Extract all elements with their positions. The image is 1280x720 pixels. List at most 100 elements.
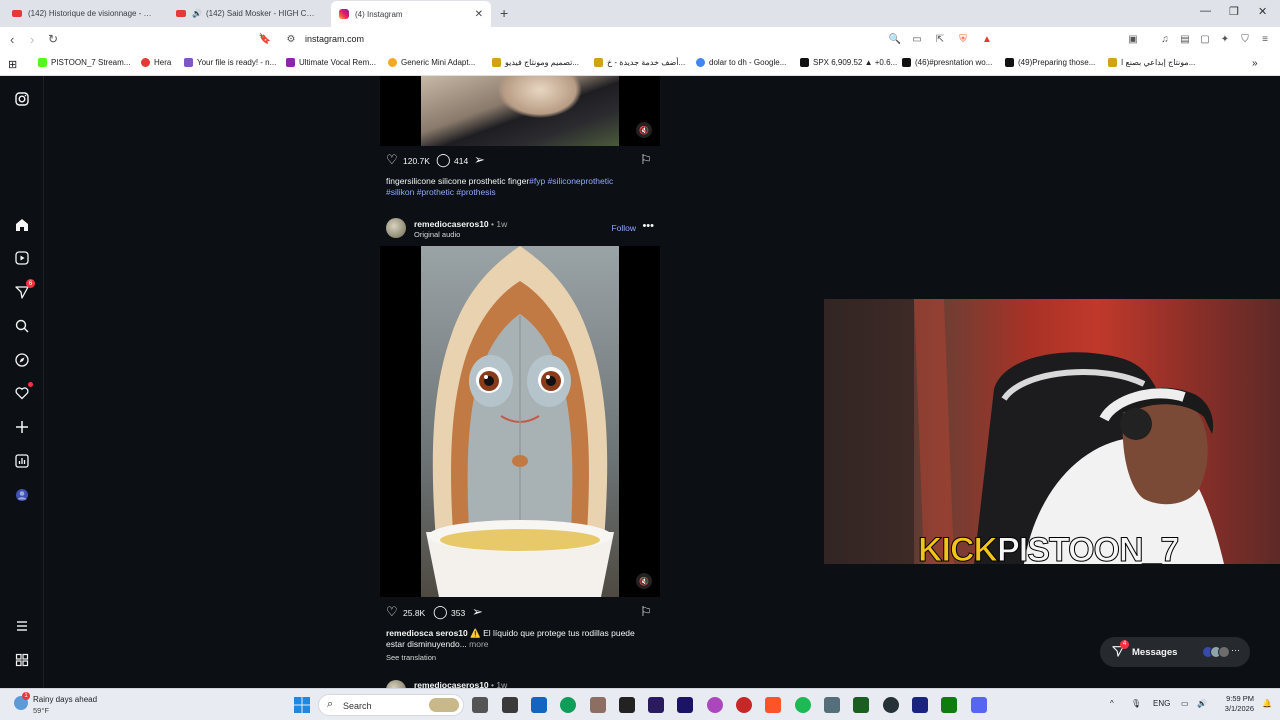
bookmark-item[interactable]: dolar to dh - Google... [696,58,786,67]
share-icon[interactable]: ➢ [474,153,485,167]
bookmark-item[interactable]: تصميم ومونتاج فيديو... [492,58,579,67]
cast-icon[interactable]: ▭ [911,33,923,45]
language-indicator[interactable]: ENG [1153,699,1170,708]
bookmark-item[interactable]: (46)#presntation wo... [902,58,992,67]
brave-shield-icon[interactable]: ⛨ [957,33,969,45]
terminal-icon[interactable] [853,697,869,713]
weather-widget[interactable]: 1 Rainy days ahead 59°F [14,692,154,718]
new-tab-button[interactable]: + [500,5,508,21]
minimize-button[interactable]: — [1200,5,1211,17]
zoom-icon[interactable]: 🔍 [889,33,901,45]
network-icon[interactable]: ▭ [1181,699,1189,708]
create-plus-icon[interactable] [13,418,31,436]
show-hidden-icons[interactable]: ^ [1110,699,1114,708]
brave-icon[interactable] [765,697,781,713]
share-icon[interactable]: ⇱ [934,33,946,45]
close-window-button[interactable]: ✕ [1258,5,1267,18]
music-icon[interactable]: ♫ [1159,33,1171,45]
like-heart-icon[interactable]: ♡ [386,605,398,619]
search-icon[interactable] [13,317,31,335]
bookmark-item[interactable]: Ultimate Vocal Rem... [286,58,376,67]
see-translation-link[interactable]: See translation [386,653,436,662]
more-options-icon[interactable]: ••• [642,220,654,232]
steam-icon[interactable] [912,697,928,713]
mute-icon[interactable]: 🔇 [636,573,652,589]
microphone-icon[interactable]: 🎙 [1131,699,1141,708]
more-menu-icon[interactable] [13,617,31,635]
profile-avatar[interactable] [13,486,31,504]
share-icon[interactable]: ➢ [472,605,483,619]
reading-list-icon[interactable]: ▤ [1179,33,1191,45]
bookmark-icon[interactable]: 🔖 [259,33,271,45]
edge-icon[interactable] [560,697,576,713]
follow-button[interactable]: Follow [611,223,636,233]
mute-icon[interactable]: 🔇 [636,122,652,138]
comment-icon[interactable]: ◯ [433,605,448,619]
more-bookmarks-icon[interactable]: » [1252,58,1258,69]
messages-pill[interactable]: 4 Messages ··· [1100,637,1250,667]
hashtags[interactable]: #fyp #siliconeprothetic [529,176,613,186]
messages-nav-icon[interactable]: 6 [13,279,35,301]
notifications-heart-icon[interactable] [13,382,33,402]
capcut-icon[interactable] [619,697,635,713]
notification-bell-icon[interactable]: 🔔 [1262,699,1272,708]
forward-button[interactable]: › [30,32,34,47]
reels-icon[interactable] [13,249,31,267]
bookmark-item[interactable]: Your file is ready! - n... [184,58,276,67]
post-username[interactable]: remediocaseros10 • 1w [414,680,507,688]
explore-icon[interactable] [13,351,31,369]
instagram-logo-icon[interactable] [13,90,31,108]
xbox-icon[interactable] [941,697,957,713]
comment-icon[interactable]: ◯ [436,153,451,167]
bookmark-item[interactable]: Hera [141,58,171,67]
vpn-icon[interactable]: ⛉ [1239,33,1251,45]
hashtags[interactable]: #silikon #prothetic #prothesis [386,187,496,197]
post1-video[interactable]: 🔇 [380,76,660,146]
tab-said-mosker[interactable]: 🔊 (142) Said Mosker - HIGH CLASS [168,3,323,24]
close-tab-icon[interactable]: ✕ [469,9,483,20]
taskbar-search[interactable]: ⌕ Search [318,694,464,716]
brave-rewards-icon[interactable]: ▲ [981,33,993,45]
apps-grid-icon[interactable]: ⊞ [8,58,17,71]
file-explorer-icon[interactable] [590,697,606,713]
store-icon[interactable] [531,697,547,713]
wallet-icon[interactable]: ▢ [1199,33,1211,45]
copilot-icon[interactable] [707,697,723,713]
back-button[interactable]: ‹ [10,32,14,47]
task-view-icon[interactable] [472,697,488,713]
bookmark-item[interactable]: (49)Preparing those... [1005,58,1095,67]
avatar[interactable] [386,680,406,688]
premiere-pro-icon[interactable] [648,697,664,713]
like-heart-icon[interactable]: ♡ [386,153,398,167]
reload-button[interactable]: ↻ [48,32,58,46]
post2-video[interactable]: 🔇 [380,246,660,597]
post-username[interactable]: remediocaseros10 • 1w [414,219,507,229]
bookmark-item[interactable]: مونتاج إبداعي بصنع ا... [1108,58,1195,67]
after-effects-icon[interactable] [677,697,693,713]
audio-label[interactable]: Original audio [414,230,460,239]
site-info-icon[interactable]: ⚙ [285,33,297,45]
bookmark-item[interactable]: PISTOON_7 Stream... [38,58,130,67]
bookmark-item[interactable]: SPX 6,909.52 ▲ +0.6... [800,58,897,67]
bookmark-item[interactable]: أضف خدمة جديدة - خ... [594,58,685,67]
avatar[interactable] [386,218,406,238]
obs-icon[interactable] [883,697,899,713]
clock[interactable]: 9:59 PM 3/1/2026 [1214,694,1254,714]
restore-button[interactable]: ❐ [1229,5,1239,18]
caption-username[interactable]: remediosca seros10 [386,628,468,638]
also-from-meta-icon[interactable] [13,651,31,669]
volume-icon[interactable]: 🔊 [1197,699,1207,708]
spotify-icon[interactable] [795,697,811,713]
pen-tool-icon[interactable] [502,697,518,713]
recorder-icon[interactable] [736,697,752,713]
url-text[interactable]: instagram.com [305,34,364,44]
windows-start-icon[interactable] [294,697,310,713]
sidebar-toggle-icon[interactable]: ▣ [1127,33,1139,45]
tab-youtube-history[interactable]: (142) Historique de visionnage - YouT [4,3,162,24]
menu-icon[interactable]: ≡ [1259,33,1271,45]
home-icon[interactable] [13,216,31,234]
notepad-icon[interactable] [824,697,840,713]
more-link[interactable]: more [469,639,488,649]
save-bookmark-icon[interactable]: ⚐ [640,605,652,619]
discord-icon[interactable] [971,697,987,713]
